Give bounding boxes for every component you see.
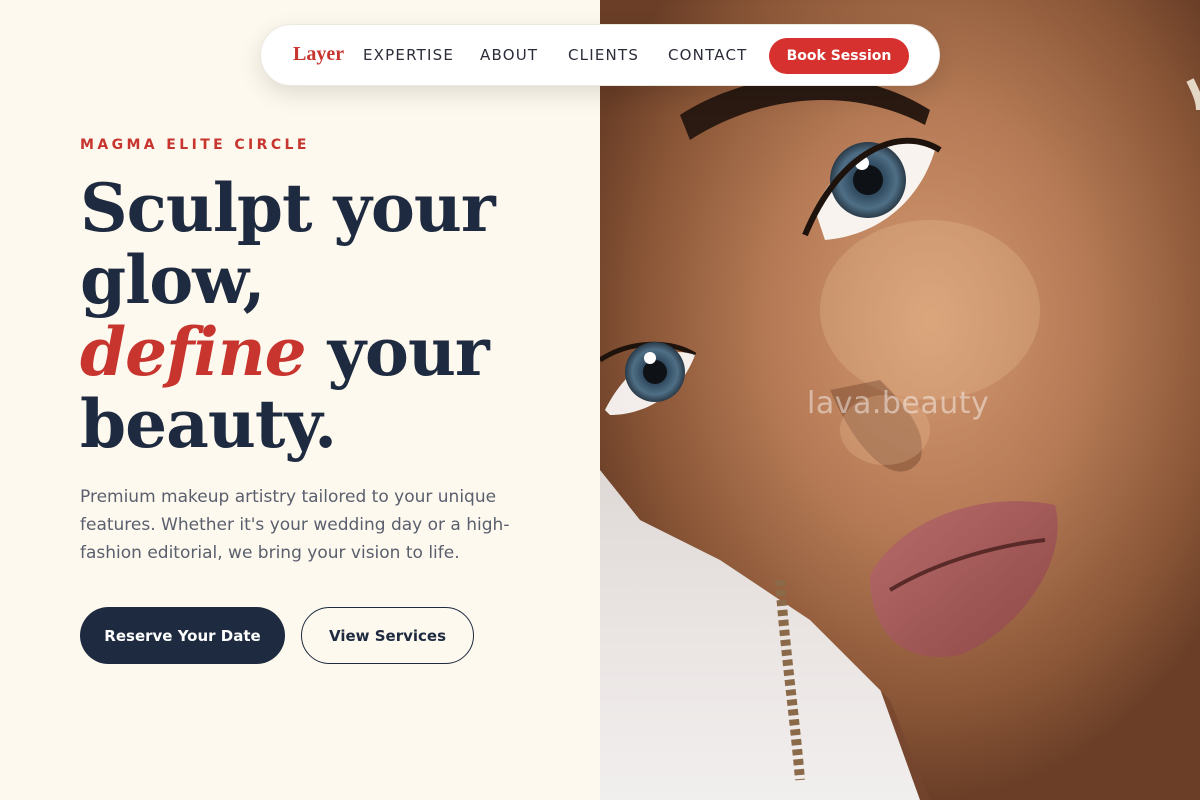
hero-portrait-image: lava.beauty — [600, 0, 1200, 800]
headline-line-2: glow, — [80, 241, 266, 319]
headline-line-3: your — [305, 313, 490, 391]
hero-eyebrow: MAGMA ELITE CIRCLE — [80, 137, 310, 153]
top-navigation: Layer EXPERTISE ABOUT CLIENTS CONTACT Bo… — [260, 24, 940, 86]
nav-link-contact[interactable]: CONTACT — [668, 46, 748, 64]
nav-link-about[interactable]: ABOUT — [480, 46, 538, 64]
hero-headline: Sculpt your glow, define your beauty. — [80, 172, 580, 460]
book-session-button[interactable]: Book Session — [769, 38, 909, 74]
view-services-button[interactable]: View Services — [301, 607, 474, 664]
hero-left-panel: MAGMA ELITE CIRCLE Sculpt your glow, def… — [0, 0, 600, 800]
headline-line-4: beauty. — [80, 385, 337, 463]
nav-link-clients[interactable]: CLIENTS — [568, 46, 639, 64]
brand-logo[interactable]: Layer — [293, 43, 344, 66]
image-watermark: lava.beauty — [807, 386, 990, 421]
headline-accent: define — [80, 313, 307, 391]
reserve-date-button[interactable]: Reserve Your Date — [80, 607, 285, 664]
headline-line-1: Sculpt your — [80, 169, 496, 247]
hero-description: Premium makeup artistry tailored to your… — [80, 487, 510, 563]
nav-link-expertise[interactable]: EXPERTISE — [363, 46, 454, 64]
